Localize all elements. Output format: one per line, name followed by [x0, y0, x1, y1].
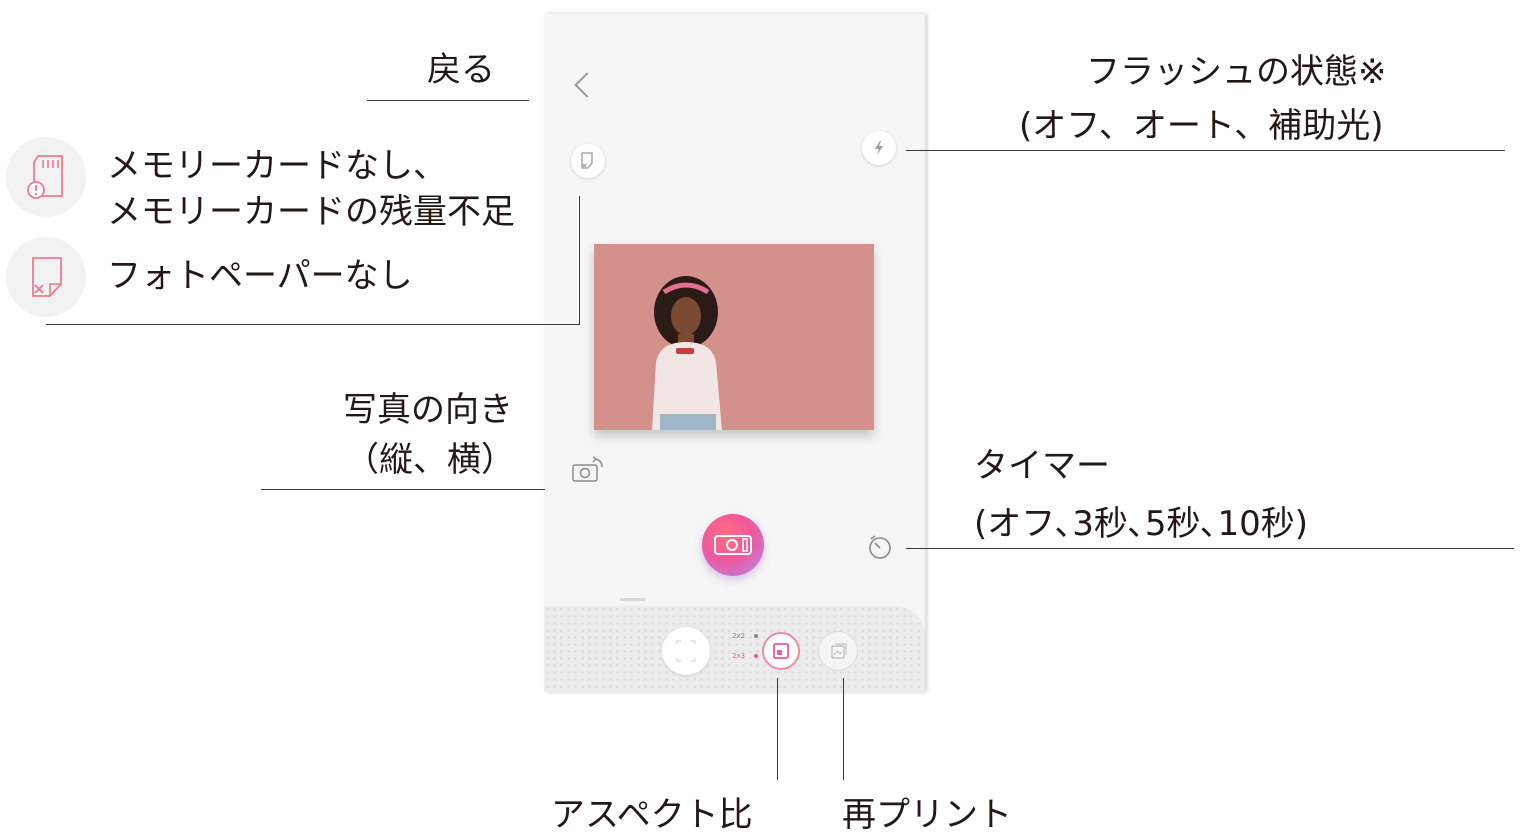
callout-timer-options: (オフ､3秒､5秒､10秒): [974, 504, 1309, 544]
leader-line-paper-horizontal: [46, 324, 580, 325]
callout-flash-options: (オフ、オート、補助光): [1019, 106, 1384, 146]
ratio-dot-2x3: [754, 654, 758, 658]
callout-reprint: 再プリント: [842, 795, 1012, 835]
camera-icon: [714, 535, 752, 555]
leader-line-orientation: [261, 489, 545, 490]
callout-flash-title: フラッシュの状態※: [1086, 52, 1387, 92]
frame-icon: [676, 640, 696, 662]
leader-line-timer: [906, 548, 1514, 549]
lightning-icon: [875, 141, 883, 155]
reprint-icon: [831, 643, 847, 659]
callout-orientation-options: （縦、横）: [345, 440, 515, 480]
drawer-handle[interactable]: [620, 598, 646, 601]
chevron-left-icon[interactable]: [574, 72, 600, 98]
callout-orientation-title: 写真の向き: [343, 390, 513, 430]
sd-card-alert-icon: [27, 155, 63, 199]
orientation-button[interactable]: [571, 452, 605, 486]
no-paper-badge: [6, 237, 86, 317]
ratio-option-2x2[interactable]: 2x2: [732, 632, 745, 640]
aspect-ratio-icon: [773, 643, 789, 659]
photo-preview: [594, 244, 874, 430]
app-screen: 2x2 2x3: [544, 14, 925, 692]
callout-memory-card-line2: メモリーカードの残量不足: [107, 192, 515, 232]
flash-button[interactable]: [862, 131, 896, 165]
leader-line-back: [367, 100, 529, 101]
mode-button[interactable]: [662, 627, 710, 675]
leader-line-reprint: [843, 678, 844, 780]
callout-no-photo-paper: フォトペーパーなし: [107, 256, 413, 296]
shutter-button[interactable]: [702, 514, 764, 576]
portrait-image: [652, 276, 722, 430]
no-paper-icon: [32, 257, 62, 297]
timer-icon: [869, 535, 891, 559]
leader-line-paper-vertical: [579, 196, 580, 325]
ratio-dot-2x2: [754, 634, 758, 638]
callout-back: 戻る: [427, 50, 495, 90]
memory-card-alert-badge: [6, 137, 86, 217]
photo-paper-status-button[interactable]: [571, 144, 605, 178]
callout-aspect-ratio: アスペクト比: [551, 795, 753, 835]
callout-memory-card-line1: メモリーカードなし、: [107, 146, 447, 186]
photo-paper-icon: [581, 152, 593, 169]
ratio-option-2x3[interactable]: 2x3: [732, 652, 745, 660]
reprint-button[interactable]: [818, 631, 858, 671]
timer-button[interactable]: [863, 530, 897, 564]
bottom-panel: [544, 606, 925, 692]
camera-rotate-icon: [572, 456, 603, 482]
leader-line-flash: [906, 150, 1505, 151]
leader-line-aspect: [777, 678, 778, 780]
callout-timer-title: タイマー: [974, 446, 1110, 486]
aspect-ratio-button[interactable]: [762, 632, 800, 670]
